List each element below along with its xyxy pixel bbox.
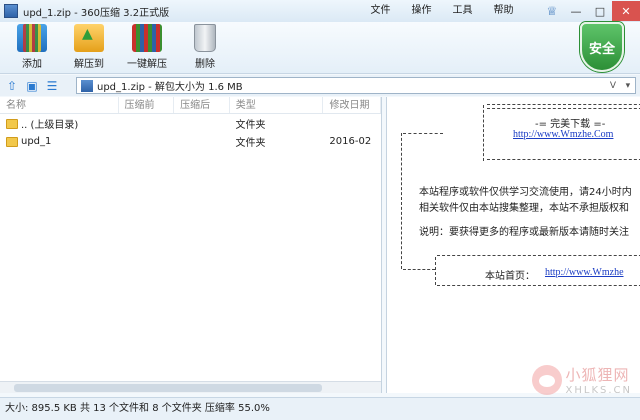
- zip-file-icon: [81, 79, 93, 92]
- maximize-icon: □: [594, 4, 606, 18]
- up-arrow-icon[interactable]: ⇧: [4, 78, 20, 94]
- notice-line-2: 相关软件仅由本站搜集整理，本站不承担版权和: [419, 203, 629, 214]
- row-date: 2016-02: [329, 136, 372, 147]
- add-label: 添加: [22, 59, 42, 70]
- one-click-extract-label: 一键解压: [127, 59, 167, 70]
- fox-logo-icon: [531, 365, 562, 395]
- address-field[interactable]: upd_1.zip - 解包大小为 1.6 MB V ▾: [76, 77, 636, 94]
- address-bar: ⇧ ▣ ☰ upd_1.zip - 解包大小为 1.6 MB V ▾: [0, 75, 640, 96]
- home-label: 本站首页：: [485, 271, 535, 282]
- menu-help[interactable]: 帮助: [483, 0, 524, 22]
- skin-button[interactable]: ♕: [540, 1, 564, 21]
- column-modified[interactable]: 修改日期: [323, 97, 381, 113]
- archive-app-icon: [4, 4, 18, 18]
- security-badge-label: 安全: [588, 41, 615, 57]
- add-archive-icon: [17, 24, 47, 52]
- add-button[interactable]: 添加: [5, 24, 59, 72]
- row-name: upd_1: [21, 136, 52, 147]
- row-name: .. (上级目录): [21, 120, 79, 131]
- file-list-pane: 名称 压缩前 压缩后 类型 修改日期 .. (上级目录) 文件夹 upd_1 文…: [0, 97, 382, 393]
- close-icon: ✕: [621, 4, 631, 18]
- frame-line: [403, 269, 435, 270]
- extract-to-label: 解压到: [74, 59, 104, 70]
- column-size-after[interactable]: 压缩后: [174, 97, 230, 113]
- window-title: upd_1.zip - 360压缩 3.2正式版: [23, 7, 170, 19]
- home-url-link[interactable]: http://www.Wmzhe: [545, 267, 624, 278]
- window-controls: ♕ — □ ✕: [540, 0, 640, 22]
- preview-header: -= 完美下载 =-: [535, 119, 606, 130]
- thumbnail-view-icon[interactable]: ▣: [24, 78, 40, 94]
- scrollbar-thumb[interactable]: [14, 384, 322, 392]
- minimize-icon: —: [570, 4, 582, 18]
- folder-icon: [6, 118, 18, 129]
- menu-operation[interactable]: 操作: [401, 0, 442, 22]
- column-name[interactable]: 名称: [0, 97, 119, 113]
- chevron-down-icon: ▾: [625, 80, 631, 91]
- comment-preview-pane: -= 完美下载 =- http://www.Wmzhe.Com 本站程序或软件仅…: [386, 97, 640, 393]
- one-click-extract-button[interactable]: 一键解压: [120, 24, 174, 72]
- column-type[interactable]: 类型: [230, 97, 324, 113]
- extract-to-button[interactable]: 解压到: [62, 24, 116, 72]
- maximize-button[interactable]: □: [588, 1, 612, 21]
- trash-icon: [194, 24, 216, 52]
- frame-line: [487, 159, 640, 160]
- frame-line: [403, 133, 443, 134]
- frame-line: [437, 255, 640, 256]
- row-type: 文件夹: [235, 120, 266, 131]
- watermark-cn: 小狐狸网: [565, 366, 630, 384]
- one-click-extract-icon: [132, 24, 162, 52]
- menu-bar: 文件 操作 工具 帮助: [360, 0, 524, 22]
- frame-line: [401, 133, 402, 269]
- site-watermark: 小狐狸网 XHLKS.CN: [531, 364, 633, 396]
- close-button[interactable]: ✕: [612, 1, 640, 21]
- frame-line: [435, 257, 436, 285]
- address-dropdown-label: V: [609, 80, 616, 91]
- extract-to-icon: [74, 24, 104, 52]
- menu-tools[interactable]: 工具: [442, 0, 483, 22]
- notice-line-3: 说明：要获得更多的程序或最新版本请随时关注: [419, 227, 629, 238]
- minimize-button[interactable]: —: [564, 1, 588, 21]
- notice-line-1: 本站程序或软件仅供学习交流使用，请24小时内: [419, 187, 632, 198]
- address-text: upd_1.zip - 解包大小为 1.6 MB: [97, 82, 243, 93]
- table-row[interactable]: upd_1 文件夹 2016-02: [0, 133, 381, 150]
- menu-file[interactable]: 文件: [360, 0, 401, 22]
- frame-line: [437, 285, 640, 286]
- shirt-icon: ♕: [546, 4, 558, 18]
- frame-line: [487, 108, 640, 109]
- delete-button[interactable]: 删除: [178, 24, 232, 72]
- file-list-header: 名称 压缩前 压缩后 类型 修改日期: [0, 97, 381, 114]
- horizontal-scrollbar[interactable]: [0, 381, 381, 393]
- title-bar: upd_1.zip - 360压缩 3.2正式版 文件 操作 工具 帮助 ♕ —…: [0, 0, 640, 22]
- status-text: 大小: 895.5 KB 共 13 个文件和 8 个文件夹 压缩率 55.0%: [5, 403, 270, 414]
- site-url-link[interactable]: http://www.Wmzhe.Com: [513, 129, 613, 140]
- row-type: 文件夹: [235, 138, 266, 149]
- column-size-before[interactable]: 压缩前: [119, 97, 175, 113]
- frame-line: [487, 104, 640, 105]
- toolbar: 添加 解压到 一键解压 删除: [0, 22, 640, 74]
- delete-label: 删除: [195, 59, 215, 70]
- table-row[interactable]: .. (上级目录) 文件夹: [0, 115, 381, 132]
- security-shield-badge[interactable]: 安全: [580, 22, 624, 72]
- watermark-en: XHLKS.CN: [565, 385, 632, 396]
- address-dropdown[interactable]: V ▾: [605, 78, 635, 93]
- folder-icon: [6, 136, 18, 147]
- frame-line: [483, 105, 484, 161]
- status-bar: 大小: 895.5 KB 共 13 个文件和 8 个文件夹 压缩率 55.0%: [0, 397, 640, 420]
- list-view-icon[interactable]: ☰: [44, 78, 60, 94]
